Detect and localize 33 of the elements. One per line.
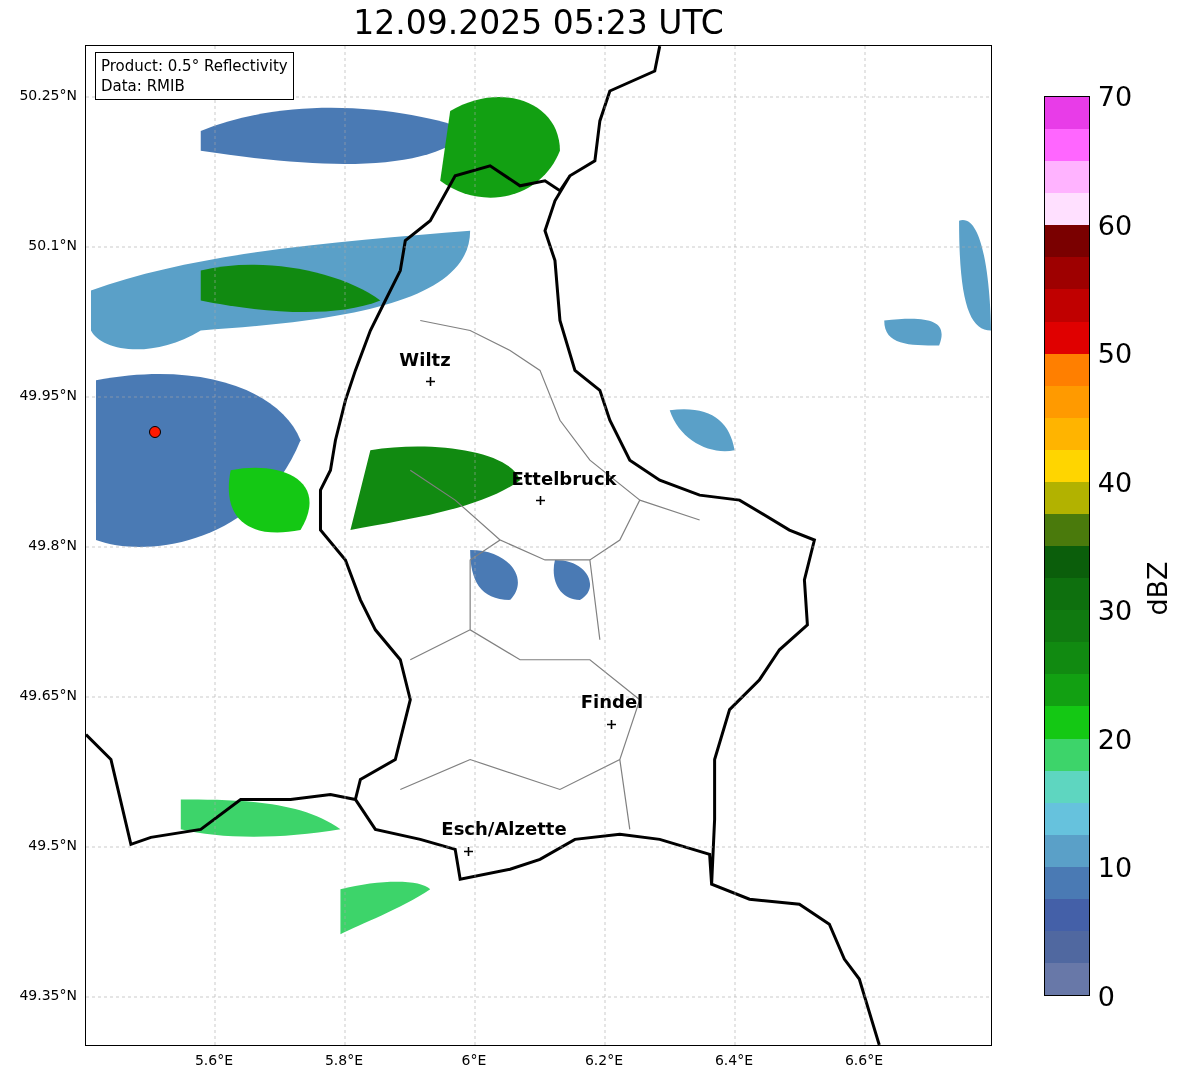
latitude-label: 49.65°N [19, 687, 77, 703]
plus-icon [426, 377, 435, 386]
longitude-label: 6.6°E [844, 1052, 884, 1068]
longitude-label: 5.8°E [324, 1052, 364, 1068]
latitude-label: 49.8°N [28, 537, 77, 553]
place-label: Findel [580, 692, 644, 712]
latitude-label: 49.5°N [28, 837, 77, 853]
plus-icon [464, 847, 473, 856]
colorbar-tick: 10 [1097, 854, 1133, 882]
place-label: Wiltz [399, 350, 451, 370]
longitude-label: 6°E [461, 1052, 487, 1068]
colorbar-tick: 0 [1097, 983, 1115, 1010]
latitude-label: 50.1°N [28, 237, 77, 253]
chart-title: 12.09.2025 05:23 UTC [353, 6, 724, 39]
colorbar-tick: 60 [1097, 211, 1133, 239]
legend-text: Product: 0.5° Reflectivity [101, 56, 288, 76]
colorbar-tick: 40 [1097, 468, 1133, 496]
plus-icon [536, 496, 545, 505]
latitude-label: 49.95°N [19, 387, 77, 403]
latitude-label: 50.25°N [19, 87, 77, 103]
colorbar-tick: 70 [1097, 83, 1133, 110]
longitude-label: 5.6°E [194, 1052, 234, 1068]
latitude-label: 49.35°N [19, 987, 77, 1003]
plus-icon [607, 720, 616, 729]
colorbar-tick: 50 [1097, 340, 1133, 368]
legend-text: Data: RMIB [101, 76, 186, 96]
colorbar-tick: 20 [1097, 725, 1133, 753]
colorbar-label: dBZ [1141, 561, 1173, 616]
place-label: Esch/Alzette [441, 819, 567, 839]
longitude-label: 6.2°E [584, 1052, 624, 1068]
colorbar-tick: 30 [1097, 597, 1133, 625]
radar-site-icon [148, 425, 162, 439]
longitude-label: 6.4°E [714, 1052, 754, 1068]
